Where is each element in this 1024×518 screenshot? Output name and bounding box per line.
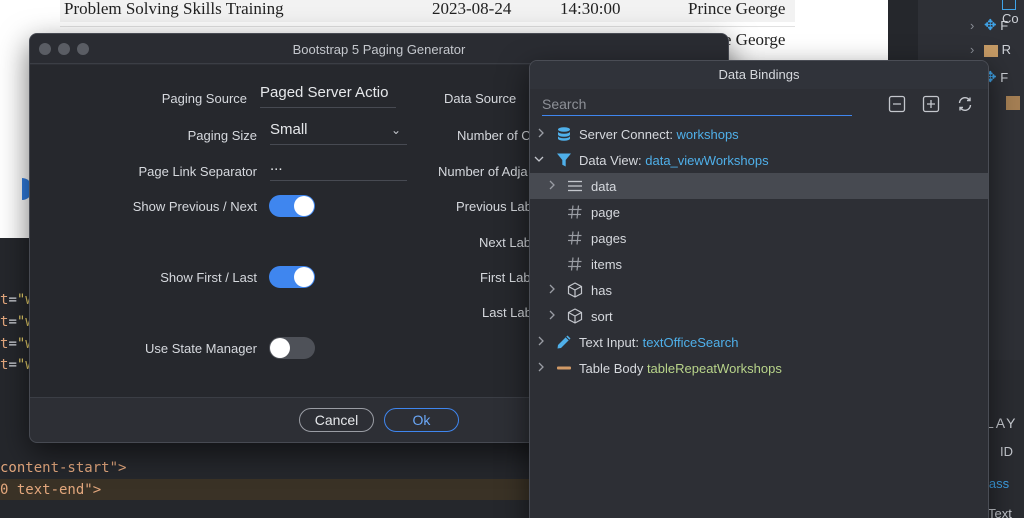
tree-item-server-connect[interactable]: Server Connect: workshops — [530, 121, 988, 147]
chevron-right-icon: › — [970, 18, 975, 33]
cube-icon — [567, 282, 583, 298]
dialog-title: Bootstrap 5 Paging Generator — [292, 42, 466, 57]
chevron-right-icon[interactable] — [535, 126, 547, 140]
hash-icon — [568, 257, 582, 271]
hash-icon — [568, 205, 582, 219]
paging-source-field[interactable]: Paged Server Actio — [260, 84, 396, 108]
search-input[interactable] — [542, 92, 852, 115]
list-icon — [568, 180, 582, 192]
data-source-label: Data Source — [444, 91, 517, 106]
cell-date: 2023-08-24 — [432, 0, 512, 18]
toggle-knob — [294, 267, 314, 287]
next-label: Next Lab — [479, 235, 532, 250]
chevron-down-icon: ⌄ — [390, 123, 401, 137]
search-field[interactable] — [542, 92, 852, 116]
database-icon — [558, 127, 570, 141]
number-adjacent-label: Number of Adja — [438, 164, 528, 179]
hash-icon — [568, 231, 582, 245]
cancel-button[interactable]: Cancel — [299, 408, 374, 432]
toggle-knob — [270, 338, 290, 358]
number-of-label: Number of C — [457, 128, 531, 143]
filter-icon — [557, 153, 571, 167]
tree-item-items[interactable]: items — [530, 251, 988, 277]
last-label: Last Lab — [482, 305, 532, 320]
code-line: content-start"> — [0, 460, 127, 476]
tree-item-pages[interactable]: pages — [530, 225, 988, 251]
previous-label: Previous Lab — [456, 199, 532, 214]
chevron-down-icon[interactable] — [533, 152, 545, 166]
tree-item-text-input[interactable]: Text Input: textOfficeSearch — [530, 329, 988, 355]
move-icon: ✥ — [984, 17, 997, 34]
chevron-right-icon: › — [970, 42, 975, 57]
paging-source-label: Paging Source — [161, 91, 247, 106]
chevron-right-icon[interactable] — [546, 178, 558, 192]
layout-heading: LAY — [986, 415, 1018, 431]
dash-icon — [557, 366, 571, 370]
tree-item[interactable]: ›✥ F — [970, 16, 1008, 38]
id-label: ID — [1000, 444, 1013, 459]
table-icon — [984, 44, 998, 57]
refresh-icon[interactable] — [956, 95, 974, 113]
tree-item-label: Text Input: — [579, 335, 643, 350]
cell-city: Prince George — [688, 0, 786, 18]
separator-input[interactable]: ... — [270, 157, 407, 181]
first-label: First Lab — [480, 270, 531, 285]
use-state-manager-label: Use State Manager — [144, 341, 257, 356]
tree-item-page[interactable]: page — [530, 199, 988, 225]
tree-item-label: Data View: — [579, 153, 646, 168]
tree-item-label: sort — [591, 309, 613, 324]
component-icon — [1002, 0, 1016, 11]
paging-size-select[interactable]: Small ⌄ — [270, 121, 407, 145]
show-first-last-label: Show First / Last — [160, 270, 257, 285]
expand-all-icon[interactable] — [922, 95, 940, 113]
ok-button[interactable]: Ok — [384, 408, 459, 432]
class-label[interactable]: lass — [986, 476, 1009, 491]
tree-item-label: Server Connect: — [579, 127, 677, 142]
toggle-knob — [294, 196, 314, 216]
panel-title: Data Bindings — [718, 67, 800, 82]
tree-item-label: pages — [591, 231, 627, 246]
element-icon — [1006, 96, 1020, 110]
show-prev-next-toggle[interactable] — [269, 195, 315, 217]
cell-title: Problem Solving Skills Training — [64, 0, 284, 18]
show-prev-next-label: Show Previous / Next — [132, 199, 257, 214]
text-label: Text — [988, 506, 1012, 518]
tree-item-sort[interactable]: sort — [530, 303, 988, 329]
data-bindings-panel: Data Bindings Server Connect: workshops — [529, 60, 989, 518]
tree-item-data-view[interactable]: Data View: data_viewWorkshops — [530, 147, 988, 173]
tree-item-value: textOfficeSearch — [642, 335, 739, 350]
code-line-selected: 0 text-end"> — [0, 482, 102, 498]
show-first-last-toggle[interactable] — [269, 266, 315, 288]
paging-size-label: Paging Size — [187, 128, 257, 143]
tree-item-label: has — [591, 283, 612, 298]
chevron-right-icon[interactable] — [535, 360, 547, 374]
collapse-all-icon[interactable] — [888, 95, 906, 113]
table-row: Problem Solving Skills Training 2023-08-… — [60, 0, 795, 22]
chevron-right-icon[interactable] — [546, 308, 558, 322]
tree-item-label: data — [591, 179, 617, 194]
cell-time: 14:30:00 — [560, 0, 621, 18]
panel-header: Data Bindings — [530, 61, 988, 89]
chevron-right-icon[interactable] — [535, 334, 547, 348]
use-state-manager-toggle[interactable] — [269, 337, 315, 359]
chevron-right-icon[interactable] — [546, 282, 558, 296]
tree-item-value: tableRepeatWorkshops — [646, 361, 782, 376]
pencil-icon — [557, 335, 571, 349]
tree-item-value: data_viewWorkshops — [645, 153, 769, 168]
tree-item-value: workshops — [676, 127, 739, 142]
tree-item-data[interactable]: data — [530, 173, 988, 199]
cube-icon — [567, 308, 583, 324]
tree-item-label: items — [591, 257, 623, 272]
separator-label: Page Link Separator — [138, 164, 257, 179]
tree-item-has[interactable]: has — [530, 277, 988, 303]
tree-item-label: Table Body — [579, 361, 647, 376]
tree-item-label: page — [591, 205, 620, 220]
tree-item-table-body[interactable]: Table Body tableRepeatWorkshops — [530, 355, 988, 381]
